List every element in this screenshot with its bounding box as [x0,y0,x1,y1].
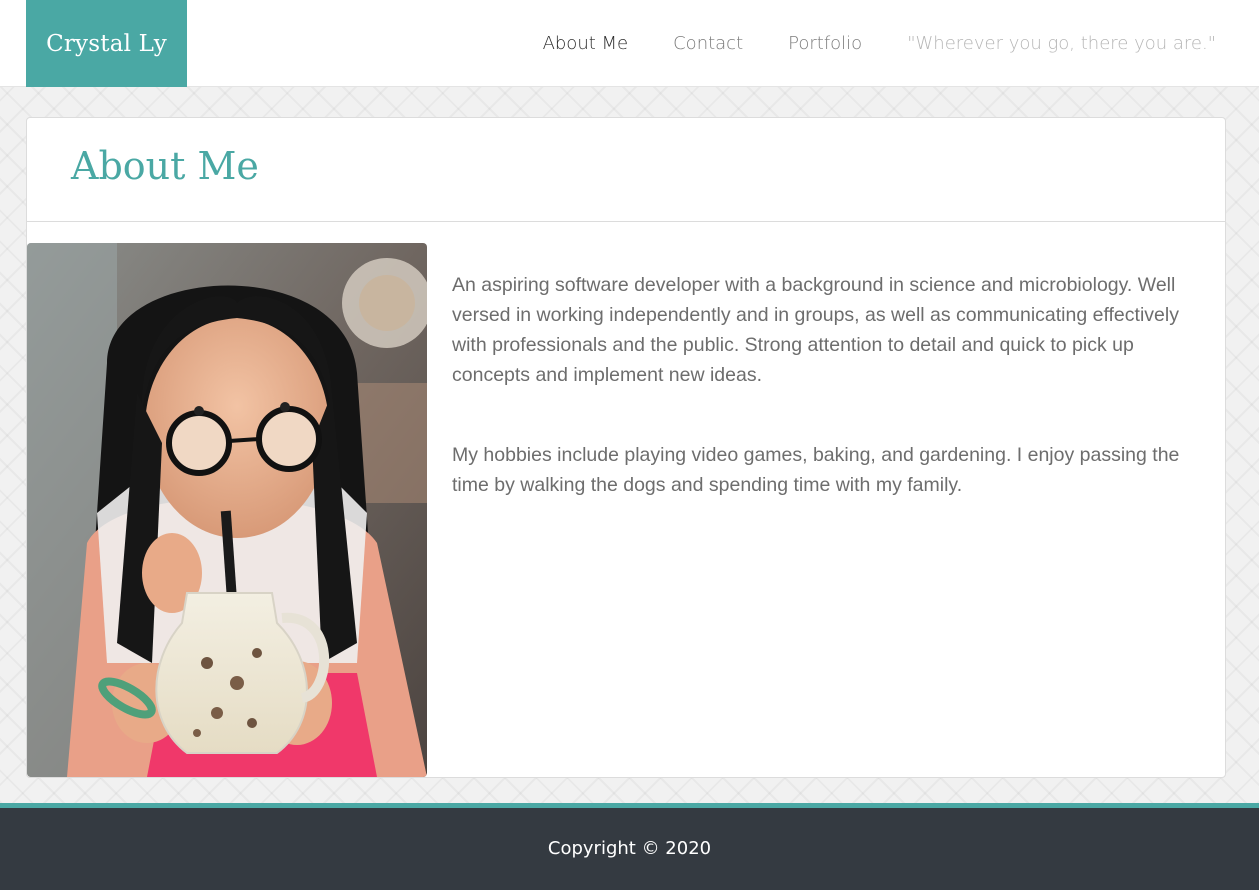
nav-link-contact[interactable]: Contact [673,33,743,54]
profile-photo [27,243,427,777]
header-quote: "Wherever you go, there you are." [907,33,1216,54]
copyright-text: Copyright © 2020 [547,837,712,859]
nav-link-portfolio[interactable]: Portfolio [788,33,862,54]
card-header: About Me [27,118,1225,222]
page-title: About Me [71,144,259,188]
site-header: Crystal Ly About Me Contact Portfolio "W… [0,0,1259,87]
about-card: About Me An aspiring software developer … [26,117,1226,778]
about-text: An aspiring software developer with a ba… [452,270,1204,550]
main-nav: About Me Contact Portfolio "Wherever you… [498,0,1216,87]
brand-logo-link[interactable]: Crystal Ly [26,0,187,87]
about-paragraph-1: An aspiring software developer with a ba… [452,274,1179,386]
nav-link-about-me[interactable]: About Me [543,33,629,54]
about-paragraph-2: My hobbies include playing video games, … [452,444,1180,496]
site-footer: Copyright © 2020 [0,803,1259,890]
